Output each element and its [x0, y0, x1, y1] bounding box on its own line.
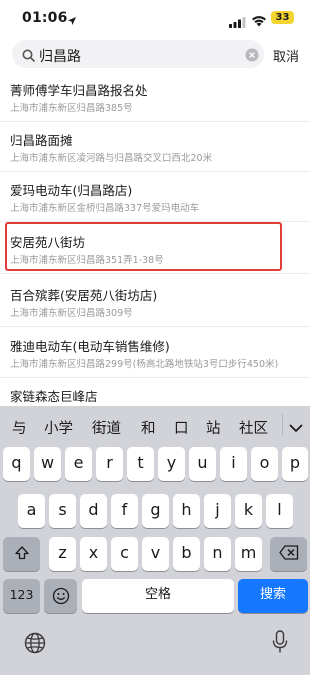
- result-item[interactable]: 爱玛电动车(归昌路店) 上海市浦东新区金桥归昌路337号爱玛电动车: [0, 174, 310, 222]
- microphone-icon[interactable]: [272, 630, 288, 658]
- key-n[interactable]: n: [204, 537, 231, 571]
- candidate-word[interactable]: 口: [174, 417, 189, 438]
- result-item[interactable]: 百合殡葬(安居苑八街坊店) 上海市浦东新区归昌路309号: [0, 279, 310, 327]
- result-title: 百合殡葬(安居苑八街坊店): [10, 288, 158, 303]
- key-h[interactable]: h: [173, 494, 200, 528]
- key-x[interactable]: x: [80, 537, 107, 571]
- key-c[interactable]: c: [111, 537, 138, 571]
- candidate-word[interactable]: 街道: [92, 417, 121, 438]
- result-address: 上海市浦东新区归昌路385号: [10, 103, 133, 114]
- candidate-word[interactable]: 与: [12, 417, 27, 438]
- result-item[interactable]: 菁师傅学车归昌路报名处 上海市浦东新区归昌路385号: [0, 74, 310, 122]
- key-q[interactable]: q: [3, 447, 30, 481]
- result-title: 雅迪电动车(电动车销售维修): [10, 339, 170, 354]
- candidate-word[interactable]: 和: [141, 417, 156, 438]
- key-u[interactable]: u: [189, 447, 216, 481]
- search-row: 归昌路 取消: [0, 38, 310, 68]
- shift-key[interactable]: [3, 537, 40, 571]
- candidate-word[interactable]: 小学: [44, 417, 73, 438]
- key-w[interactable]: w: [34, 447, 61, 481]
- chevron-down-icon[interactable]: [289, 418, 303, 437]
- key-o[interactable]: o: [251, 447, 278, 481]
- delete-key[interactable]: [270, 537, 307, 571]
- emoji-icon: [52, 587, 69, 605]
- search-key[interactable]: 搜索: [238, 579, 308, 613]
- highlight-annotation-box: [5, 222, 282, 271]
- backspace-icon: [278, 545, 298, 560]
- result-address: 上海市浦东新区归昌路299号(杨高北路地铁站3号口步行450米): [10, 359, 279, 370]
- key-d[interactable]: d: [80, 494, 107, 528]
- key-t[interactable]: t: [127, 447, 154, 481]
- key-m[interactable]: m: [235, 537, 262, 571]
- key-r[interactable]: r: [96, 447, 123, 481]
- key-y[interactable]: y: [158, 447, 185, 481]
- result-title: 家链森态巨峰店: [10, 389, 98, 404]
- location-arrow-icon: [67, 11, 77, 30]
- key-e[interactable]: e: [65, 447, 92, 481]
- cellular-signal-icon: [229, 13, 246, 28]
- space-key[interactable]: 空格: [82, 579, 234, 613]
- wifi-icon: [251, 12, 267, 31]
- result-title: 归昌路面摊: [10, 133, 73, 148]
- key-v[interactable]: v: [142, 537, 169, 571]
- key-a[interactable]: a: [18, 494, 45, 528]
- candidate-bar: 与 小学 街道 和 口 站 社区: [0, 406, 310, 444]
- candidate-divider: [282, 414, 283, 436]
- result-item[interactable]: 雅迪电动车(电动车销售维修) 上海市浦东新区归昌路299号(杨高北路地铁站3号口…: [0, 330, 310, 378]
- result-title: 菁师傅学车归昌路报名处: [10, 83, 148, 98]
- emoji-key[interactable]: [44, 579, 77, 613]
- result-address: 上海市浦东新区归昌路309号: [10, 308, 133, 319]
- candidate-word[interactable]: 社区: [239, 417, 268, 438]
- key-i[interactable]: i: [220, 447, 247, 481]
- result-address: 上海市浦东新区金桥归昌路337号爱玛电动车: [10, 203, 200, 214]
- cancel-button[interactable]: 取消: [273, 46, 299, 65]
- search-box[interactable]: 归昌路: [12, 40, 264, 68]
- key-k[interactable]: k: [235, 494, 262, 528]
- result-item[interactable]: 归昌路面摊 上海市浦东新区凌河路与归昌路交叉口西北20米: [0, 124, 310, 172]
- key-f[interactable]: f: [111, 494, 138, 528]
- battery-indicator: 33: [271, 11, 294, 24]
- clear-search-icon[interactable]: [245, 47, 259, 66]
- search-icon: [22, 47, 35, 66]
- key-p[interactable]: p: [282, 447, 308, 481]
- search-input[interactable]: 归昌路: [39, 46, 81, 66]
- status-time: 01:06: [22, 10, 68, 26]
- key-l[interactable]: l: [266, 494, 293, 528]
- numbers-key[interactable]: 123: [3, 579, 40, 613]
- keyboard: 与 小学 街道 和 口 站 社区 q w e r t y u i o p a s…: [0, 406, 310, 675]
- candidate-word[interactable]: 站: [206, 417, 221, 438]
- globe-icon[interactable]: [24, 632, 46, 658]
- key-s[interactable]: s: [49, 494, 76, 528]
- result-address: 上海市浦东新区凌河路与归昌路交叉口西北20米: [10, 153, 213, 164]
- status-bar: 01:06 33: [0, 0, 310, 34]
- key-b[interactable]: b: [173, 537, 200, 571]
- key-j[interactable]: j: [204, 494, 231, 528]
- key-z[interactable]: z: [49, 537, 76, 571]
- key-g[interactable]: g: [142, 494, 169, 528]
- result-title: 爱玛电动车(归昌路店): [10, 183, 133, 198]
- shift-icon: [14, 546, 29, 560]
